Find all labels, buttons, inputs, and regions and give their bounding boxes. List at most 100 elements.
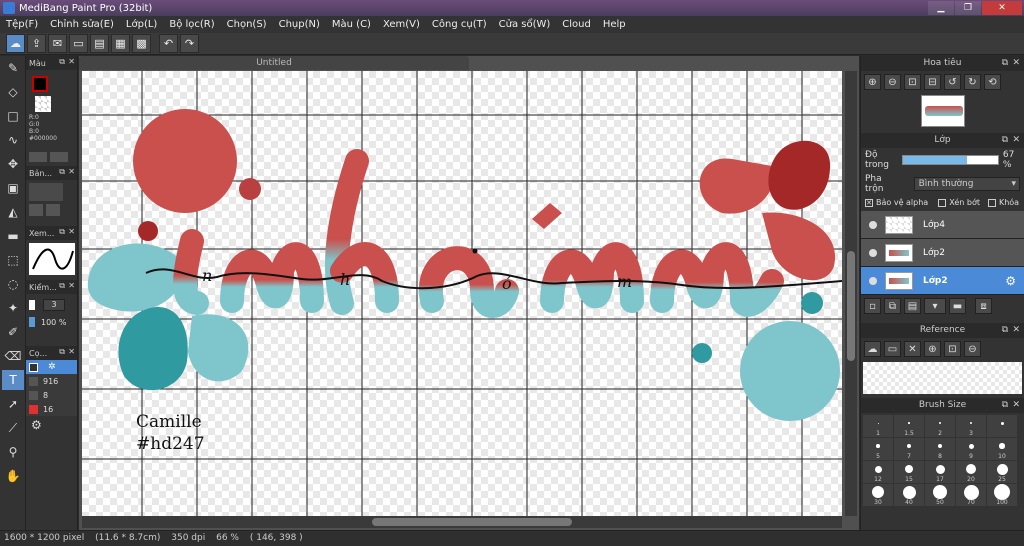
operation-icon[interactable]: ➚ [2, 394, 24, 414]
reference-view[interactable] [863, 362, 1022, 394]
close-reference-icon[interactable]: ✕ [904, 341, 921, 357]
gradient-icon[interactable]: ▬ [2, 226, 24, 246]
brush-size-cell[interactable]: 1 [863, 415, 893, 437]
eye-icon[interactable] [869, 276, 877, 285]
layer-item[interactable]: Lớp2 [861, 239, 1024, 267]
dock-icon[interactable]: ⧉ [1002, 323, 1008, 338]
hand-icon[interactable]: ✋ [2, 466, 24, 486]
layer-item-selected[interactable]: Lớp2 ⚙ [861, 267, 1024, 295]
menu-file[interactable]: Tệp(F) [0, 16, 44, 33]
mini-row[interactable]: 8 [26, 388, 77, 402]
zoom-out-icon[interactable]: ⊖ [964, 341, 981, 357]
opacity-slider[interactable] [902, 155, 999, 165]
brush-size-cell[interactable]: 30 [863, 484, 893, 506]
rotate-right-icon[interactable]: ↻ [964, 74, 981, 90]
select-pen-icon[interactable]: ✐ [2, 322, 24, 342]
close-icon[interactable]: ✕ [1012, 133, 1020, 148]
drawing-canvas[interactable]: n h ó m Camille #hd247 [82, 71, 842, 516]
brush-size-cell[interactable]: 70 [956, 484, 986, 506]
brush-size-field[interactable]: 3 [43, 299, 65, 311]
menu-help[interactable]: Help [597, 16, 632, 33]
dock-icon[interactable]: ⧉ [59, 227, 65, 237]
eye-icon[interactable] [869, 248, 877, 257]
dock-icon[interactable]: ⧉ [59, 347, 65, 357]
reset-icon[interactable]: ⟲ [984, 74, 1001, 90]
chat-icon[interactable]: ✉ [48, 34, 67, 53]
new-layer-icon[interactable]: ▫ [864, 298, 881, 314]
brush-size-cell[interactable] [987, 415, 1017, 437]
close-button[interactable]: ✕ [982, 1, 1022, 15]
menu-filter[interactable]: Bộ lọc(R) [163, 16, 220, 33]
merge-icon[interactable]: ⧈ [975, 298, 992, 314]
fit-icon[interactable]: ⊡ [944, 341, 961, 357]
zoom-in-icon[interactable]: ⊕ [924, 341, 941, 357]
duplicate-layer-icon[interactable]: ⧉ [884, 298, 901, 314]
navigator-thumbnail[interactable] [920, 95, 965, 127]
gear-icon[interactable]: ⚙ [1005, 274, 1016, 288]
open-cloud-icon[interactable]: ☁ [864, 341, 881, 357]
rotate-left-icon[interactable]: ↺ [944, 74, 961, 90]
mini-row[interactable]: 916 [26, 374, 77, 388]
maximize-button[interactable]: ❐ [955, 1, 981, 15]
brush-size-cell[interactable]: 25 [987, 461, 1017, 483]
mini-row[interactable]: 16 [26, 402, 77, 416]
page-icon[interactable]: ▤ [90, 34, 109, 53]
open-folder-icon[interactable]: ▭ [884, 341, 901, 357]
select-rect-icon[interactable]: ⬚ [2, 250, 24, 270]
text-icon[interactable]: T [2, 370, 24, 390]
tiles-icon[interactable]: ▩ [132, 34, 151, 53]
menu-tools[interactable]: Công cụ(T) [426, 16, 493, 33]
lasso-icon[interactable]: ◌ [2, 274, 24, 294]
clipping-checkbox[interactable] [938, 198, 947, 207]
brush-size-cell[interactable]: 8 [925, 438, 955, 460]
horizontal-scrollbar[interactable] [82, 516, 842, 528]
foreground-color-swatch[interactable] [32, 76, 48, 92]
menu-view[interactable]: Xem(V) [377, 16, 426, 33]
brush-size-cell[interactable]: 10 [987, 438, 1017, 460]
add-brush-button[interactable] [29, 204, 43, 216]
new-halftone-layer-icon[interactable]: ▤ [904, 298, 921, 314]
close-icon[interactable]: ✕ [68, 57, 75, 66]
blend-mode-select[interactable]: Bình thường ▾ [913, 177, 1020, 191]
close-icon[interactable]: ✕ [1012, 398, 1020, 413]
mini-settings-icon[interactable]: ⚙ [31, 418, 42, 432]
dock-icon[interactable]: ⧉ [59, 57, 65, 67]
dock-icon[interactable]: ⧉ [59, 281, 65, 291]
document-tab[interactable]: Untitled [79, 56, 469, 70]
color-add-button[interactable] [50, 152, 68, 162]
mini-row-selected[interactable]: ✲ [26, 360, 77, 374]
folder-icon[interactable]: ▬ [949, 298, 966, 314]
menu-color[interactable]: Màu (C) [326, 16, 377, 33]
brush-size-cell[interactable]: 40 [894, 484, 924, 506]
close-icon[interactable]: ✕ [1012, 56, 1020, 71]
brush-size-cell[interactable]: 5 [863, 438, 893, 460]
grid-icon[interactable]: ▦ [111, 34, 130, 53]
cloud-icon[interactable]: ☁ [6, 34, 25, 53]
menu-layer[interactable]: Lớp(L) [120, 16, 163, 33]
rectangle-icon[interactable]: □ [2, 106, 24, 126]
close-icon[interactable]: ✕ [68, 347, 75, 356]
brush-size-cell[interactable]: 2 [925, 415, 955, 437]
dock-icon[interactable]: ⧉ [59, 167, 65, 177]
delete-brush-button[interactable] [46, 204, 60, 216]
fit-icon[interactable]: ⊡ [904, 74, 921, 90]
menu-select[interactable]: Chọn(S) [221, 16, 273, 33]
vertical-scrollbar[interactable] [845, 71, 857, 516]
brush-size-cell[interactable]: 3 [956, 415, 986, 437]
protect-alpha-checkbox[interactable]: ✕ [865, 198, 873, 207]
zoom-out-icon[interactable]: ⊖ [884, 74, 901, 90]
color-settings-button[interactable] [29, 152, 47, 162]
close-icon[interactable]: ✕ [68, 227, 75, 236]
eye-icon[interactable] [869, 220, 877, 229]
brush-size-cell[interactable]: 50 [925, 484, 955, 506]
lock-checkbox[interactable] [987, 198, 996, 207]
brush-size-cell[interactable]: 9 [956, 438, 986, 460]
redo-icon[interactable]: ↷ [180, 34, 199, 53]
actual-size-icon[interactable]: ⊟ [924, 74, 941, 90]
select-eraser-icon[interactable]: ⌫ [2, 346, 24, 366]
eyedropper-icon[interactable]: ⚲ [2, 442, 24, 462]
brush-size-cell[interactable]: 12 [863, 461, 893, 483]
eraser-icon[interactable]: ◇ [2, 82, 24, 102]
brush-size-cell[interactable]: 7 [894, 438, 924, 460]
close-icon[interactable]: ✕ [68, 167, 75, 176]
